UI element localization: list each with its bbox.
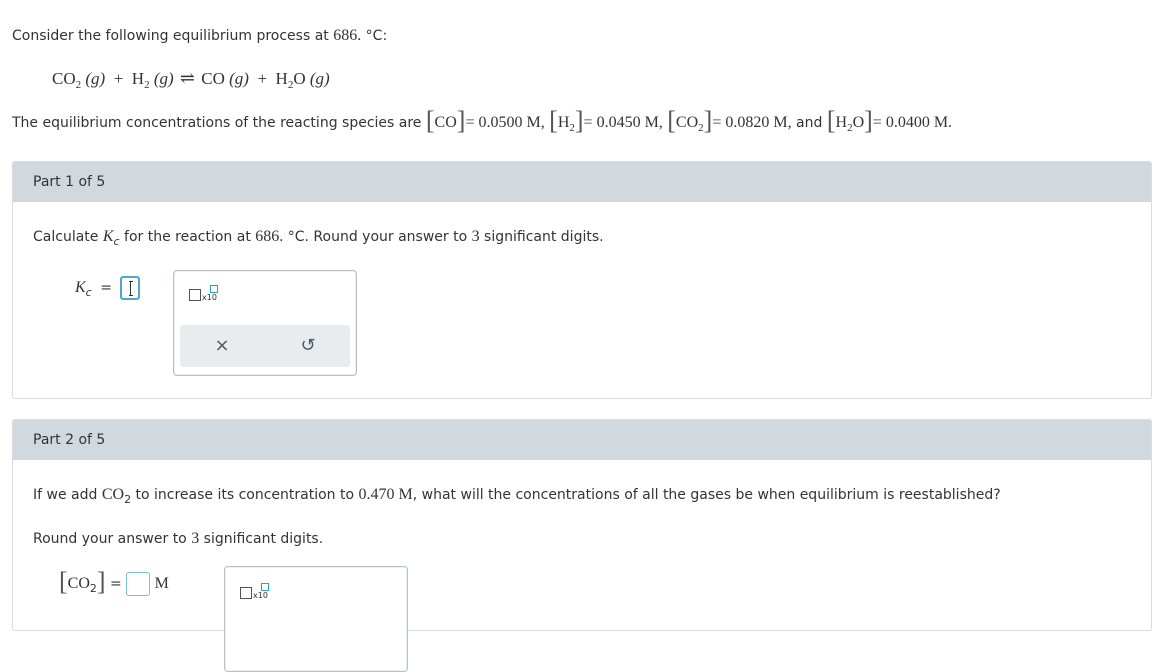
undo-button[interactable]: ↺ — [268, 325, 348, 367]
reaction-equation: CO2 (g) + H2 (g) ⇌ CO (g) + H2O (g) — [52, 68, 330, 91]
eq-co2-sub: 2 — [75, 79, 82, 91]
p1-q-mid2: °C. Round your answer to — [283, 229, 472, 245]
eq-h2o-h: H — [275, 69, 288, 88]
mantissa-box-icon — [240, 587, 252, 599]
intro-unit: °C: — [361, 28, 388, 44]
x10-label: x10 — [202, 293, 217, 302]
conc-co-label: CO — [434, 114, 457, 131]
eq-h2-sub: 2 — [144, 79, 150, 91]
kc-answer-row: Kc = — [75, 276, 141, 300]
p2-digits: 3 — [191, 530, 200, 547]
intro-temperature: 686. — [333, 27, 362, 44]
conc-h2o-label: H — [835, 114, 848, 131]
x10-button-2[interactable]: x10 — [240, 583, 270, 603]
conc-co2-sub: 2 — [698, 122, 704, 134]
co2-answer-input[interactable] — [126, 572, 151, 596]
conc-h2o-o: O — [852, 114, 865, 131]
p2-co2: CO — [101, 486, 125, 503]
eq-co: CO — [201, 69, 225, 88]
exponent-box-icon — [210, 285, 218, 293]
p2-round-suffix: significant digits. — [199, 531, 324, 547]
x10-button[interactable]: x10 — [189, 285, 219, 305]
part-1-action-bar: × ↺ — [180, 325, 350, 367]
conc-and: and — [791, 115, 827, 131]
p1-digits: 3 — [471, 228, 480, 245]
undo-icon: ↺ — [300, 335, 316, 356]
eq-plus-1: + — [113, 69, 124, 88]
eq-state-1: (g) — [85, 69, 106, 88]
eq-h2: H — [131, 69, 145, 88]
p2-round-prefix: Round your answer to — [33, 531, 192, 547]
kc-label-sub: c — [85, 286, 92, 299]
eq-h2o-sub: 2 — [287, 79, 294, 91]
eq-state-2: (g) — [153, 69, 174, 88]
part-2-rounding: Round your answer to 3 significant digit… — [33, 530, 323, 548]
part-1-header: Part 1 of 5 — [13, 162, 1151, 202]
p1-temp: 686. — [255, 228, 284, 245]
p2-q-prefix: If we add — [33, 487, 102, 503]
clear-button[interactable]: × — [182, 325, 262, 367]
intro-text: Consider the following equilibrium proce… — [12, 27, 387, 45]
conc-prefix: The equilibrium concentrations of the re… — [12, 115, 426, 131]
intro-prefix: Consider the following equilibrium proce… — [12, 28, 334, 44]
kc-label: K — [75, 279, 86, 296]
part-1-question: Calculate Kc for the reaction at 686. °C… — [33, 228, 604, 248]
equilibrium-arrow-icon: ⇌ — [179, 68, 195, 88]
p2-co2-sub: 2 — [124, 493, 132, 506]
eq-plus-2: + — [257, 69, 268, 88]
conc-h2o-value: = 0.0400 M. — [872, 114, 953, 131]
conc-h2-value: = 0.0450 M, — [583, 114, 663, 131]
conc-h2o-sub: 2 — [847, 122, 853, 134]
conc-co-value: = 0.0500 M, — [465, 114, 545, 131]
part-1-panel: Part 1 of 5 Calculate Kc for the reactio… — [12, 161, 1152, 399]
exponent-box-icon — [261, 583, 269, 591]
part-2-panel: Part 2 of 5 If we add CO2 to increase it… — [12, 419, 1152, 672]
part-2-header: Part 2 of 5 — [13, 420, 1151, 460]
part-2-math-toolbox: x10 — [224, 566, 408, 672]
part-1-math-toolbox: x10 × ↺ — [173, 270, 357, 376]
close-icon: × — [214, 335, 230, 356]
p2-q-mid: to increase its concentration to — [131, 487, 359, 503]
p1-q-prefix: Calculate — [33, 229, 103, 245]
eq-h2o-o: O — [293, 69, 306, 88]
p2-q-suffix: , what will the concentrations of all th… — [412, 487, 1001, 503]
text-cursor-icon — [129, 281, 134, 296]
co2-unit: M — [154, 575, 169, 592]
co2-equals: = — [110, 576, 122, 592]
co2-answer-label: CO — [67, 575, 90, 592]
p2-value: 0.470 M — [358, 486, 413, 503]
part-2-question: If we add CO2 to increase its concentrat… — [33, 486, 1001, 506]
eq-co2: CO — [52, 69, 76, 88]
mantissa-box-icon — [189, 289, 201, 301]
eq-state-4: (g) — [309, 69, 330, 88]
p1-q-suffix: significant digits. — [479, 229, 604, 245]
co2-answer-row: [CO2] = M — [59, 567, 169, 596]
p1-q-mid: for the reaction at — [119, 229, 256, 245]
eq-state-3: (g) — [229, 69, 249, 88]
conc-h2-label: H — [557, 114, 570, 131]
kc-answer-input[interactable] — [120, 276, 141, 300]
kc-equals: = — [100, 280, 112, 296]
conc-co2-value: = 0.0820 M, — [712, 114, 792, 131]
p1-k-sub: c — [113, 235, 120, 248]
co2-answer-sub: 2 — [89, 582, 97, 595]
x10-label-2: x10 — [253, 591, 268, 600]
equilibrium-concentrations: The equilibrium concentrations of the re… — [12, 106, 953, 135]
conc-co2-label: CO — [675, 114, 699, 131]
p1-k: K — [102, 228, 114, 245]
